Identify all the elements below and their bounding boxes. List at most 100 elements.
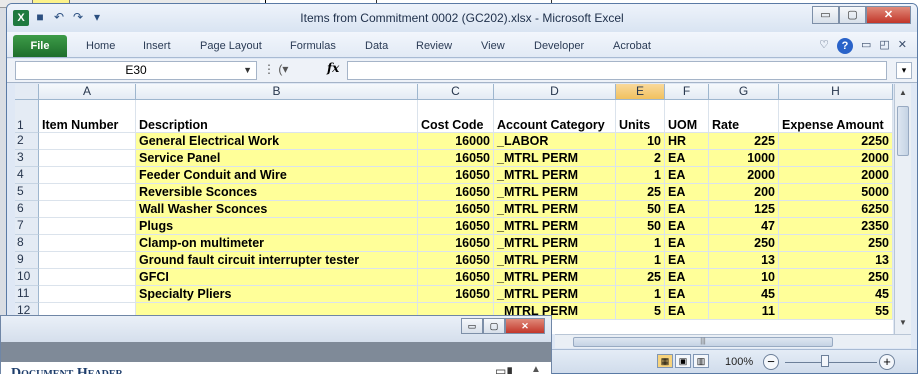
header-cell[interactable]: Rate xyxy=(709,100,779,133)
horizontal-scroll-thumb[interactable]: ||| xyxy=(573,337,833,347)
page-break-view-icon[interactable]: ▥ xyxy=(693,354,709,368)
table-cell[interactable]: 11 xyxy=(709,303,779,320)
zoom-in-icon[interactable]: + xyxy=(879,354,895,370)
column-header-a[interactable]: A xyxy=(39,84,136,100)
table-cell[interactable]: 13 xyxy=(709,252,779,269)
column-header-d[interactable]: D xyxy=(494,84,616,100)
table-cell[interactable]: Reversible Sconces xyxy=(136,184,418,201)
header-cell[interactable]: Item Number xyxy=(39,100,136,133)
table-cell[interactable]: 16050 xyxy=(418,218,494,235)
zoom-slider-handle[interactable] xyxy=(821,355,829,367)
table-cell[interactable]: 2000 xyxy=(779,167,893,184)
table-cell[interactable]: 45 xyxy=(779,286,893,303)
table-cell[interactable]: EA xyxy=(665,235,709,252)
column-header-c[interactable]: C xyxy=(418,84,494,100)
table-cell[interactable]: _MTRL PERM xyxy=(494,201,616,218)
table-cell[interactable]: 13 xyxy=(779,252,893,269)
table-cell[interactable]: Feeder Conduit and Wire xyxy=(136,167,418,184)
table-cell[interactable]: EA xyxy=(665,303,709,320)
formula-input[interactable] xyxy=(347,61,887,80)
table-cell[interactable]: 50 xyxy=(616,201,665,218)
row-header[interactable]: 7 xyxy=(15,218,39,235)
insert-function-icon[interactable]: fx xyxy=(327,61,339,75)
table-cell[interactable]: EA xyxy=(665,252,709,269)
row-header[interactable]: 8 xyxy=(15,235,39,252)
table-cell[interactable]: 1000 xyxy=(709,150,779,167)
scroll-up-icon[interactable]: ▲ xyxy=(896,86,910,100)
vertical-scroll-thumb[interactable] xyxy=(897,106,909,156)
zoom-level[interactable]: 100% xyxy=(725,356,753,368)
row-header[interactable]: 10 xyxy=(15,269,39,286)
tab-formulas[interactable]: Formulas xyxy=(290,40,336,52)
tab-review[interactable]: Review xyxy=(416,40,452,52)
page-layout-view-icon[interactable]: ▣ xyxy=(675,354,691,368)
tab-acrobat[interactable]: Acrobat xyxy=(613,40,651,52)
tab-home[interactable]: Home xyxy=(86,40,115,52)
header-cell[interactable]: UOM xyxy=(665,100,709,133)
table-cell[interactable] xyxy=(39,201,136,218)
table-cell[interactable] xyxy=(39,252,136,269)
table-cell[interactable]: Service Panel xyxy=(136,150,418,167)
scroll-up-icon[interactable]: ▲ xyxy=(531,364,541,374)
zoom-out-icon[interactable]: − xyxy=(763,354,779,370)
table-cell[interactable]: _LABOR xyxy=(494,133,616,150)
table-cell[interactable]: 250 xyxy=(709,235,779,252)
table-cell[interactable]: 2000 xyxy=(709,167,779,184)
table-cell[interactable]: 45 xyxy=(709,286,779,303)
table-cell[interactable]: GFCI xyxy=(136,269,418,286)
horizontal-scrollbar[interactable]: ||| xyxy=(555,334,911,348)
name-box[interactable]: E30 ▼ xyxy=(15,61,257,80)
worksheet-grid[interactable]: A B C D E F G H 1 Item Number Description Cost Code… xyxy=(15,84,893,334)
table-cell[interactable]: 1 xyxy=(616,167,665,184)
tab-insert[interactable]: Insert xyxy=(143,40,171,52)
column-header-b[interactable]: B xyxy=(136,84,418,100)
save-icon[interactable]: ▭▮ xyxy=(495,364,513,374)
table-cell[interactable]: 200 xyxy=(709,184,779,201)
table-cell[interactable]: 1 xyxy=(616,252,665,269)
table-cell[interactable]: _MTRL PERM xyxy=(494,150,616,167)
table-cell[interactable]: 10 xyxy=(709,269,779,286)
dialog-maximize-button[interactable]: ▢ xyxy=(483,318,505,334)
table-cell[interactable]: 2350 xyxy=(779,218,893,235)
table-cell[interactable]: 16050 xyxy=(418,201,494,218)
table-cell[interactable]: EA xyxy=(665,286,709,303)
dialog-minimize-button[interactable]: ▭ xyxy=(461,318,483,334)
table-cell[interactable]: _MTRL PERM xyxy=(494,235,616,252)
table-cell[interactable]: _MTRL PERM xyxy=(494,184,616,201)
table-cell[interactable]: 16050 xyxy=(418,286,494,303)
table-cell[interactable]: _MTRL PERM xyxy=(494,167,616,184)
table-cell[interactable]: 16000 xyxy=(418,133,494,150)
workbook-minimize-icon[interactable]: ▭ xyxy=(861,38,871,54)
header-cell[interactable]: Expense Amount xyxy=(779,100,893,133)
table-cell[interactable] xyxy=(39,269,136,286)
table-cell[interactable]: Ground fault circuit interrupter tester xyxy=(136,252,418,269)
row-header[interactable]: 1 xyxy=(15,100,39,133)
workbook-restore-icon[interactable]: ◰ xyxy=(879,38,889,54)
close-button[interactable]: ✕ xyxy=(866,6,911,24)
table-cell[interactable]: Plugs xyxy=(136,218,418,235)
table-cell[interactable]: EA xyxy=(665,201,709,218)
table-cell[interactable]: 16050 xyxy=(418,150,494,167)
table-cell[interactable]: 47 xyxy=(709,218,779,235)
column-header-h[interactable]: H xyxy=(779,84,893,100)
table-cell[interactable]: EA xyxy=(665,269,709,286)
row-header[interactable]: 11 xyxy=(15,286,39,303)
table-cell[interactable]: 6250 xyxy=(779,201,893,218)
tab-page-layout[interactable]: Page Layout xyxy=(200,40,262,52)
table-cell[interactable] xyxy=(39,184,136,201)
header-cell[interactable]: Account Category xyxy=(494,100,616,133)
table-cell[interactable]: General Electrical Work xyxy=(136,133,418,150)
normal-view-icon[interactable]: ▦ xyxy=(657,354,673,368)
table-cell[interactable]: 16050 xyxy=(418,184,494,201)
dialog-close-button[interactable]: ✕ xyxy=(505,318,545,334)
table-cell[interactable]: 2250 xyxy=(779,133,893,150)
table-cell[interactable]: 125 xyxy=(709,201,779,218)
header-cell[interactable]: Units xyxy=(616,100,665,133)
help-icon[interactable]: ? xyxy=(836,38,853,54)
ribbon-collapse-icon[interactable]: ♡ xyxy=(819,38,829,54)
table-cell[interactable]: 5 xyxy=(616,303,665,320)
row-header[interactable]: 5 xyxy=(15,184,39,201)
table-cell[interactable]: EA xyxy=(665,184,709,201)
table-cell[interactable]: 25 xyxy=(616,184,665,201)
table-cell[interactable] xyxy=(39,133,136,150)
